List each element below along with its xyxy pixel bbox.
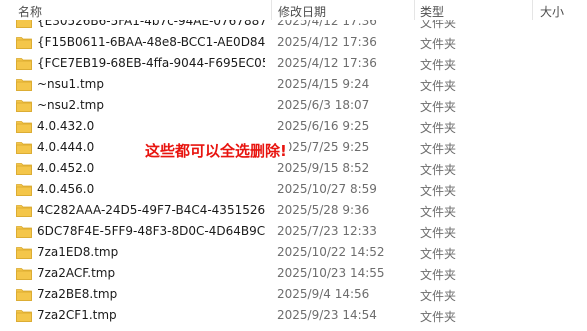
file-name: 7za2BE8.tmp [37, 287, 118, 301]
file-name: {FCE7EB19-68EB-4ffa-9044-F695EC05... [37, 56, 265, 70]
file-name: 4.0.456.0 [37, 182, 95, 196]
file-row[interactable]: 7za2CF1.tmp 2025/9/23 14:54 文件夹 [0, 305, 587, 326]
file-name: 7za2CF1.tmp [37, 308, 117, 322]
file-modified-date: 2025/9/23 14:54 [277, 308, 377, 322]
folder-icon [16, 79, 32, 91]
file-modified-date: 2025/6/16 9:25 [277, 119, 370, 133]
column-divider[interactable] [532, 0, 533, 20]
file-type: 文件夹 [420, 121, 457, 135]
file-modified-date: 2025/10/22 14:52 [277, 245, 385, 259]
folder-icon [16, 100, 32, 112]
folder-icon [16, 289, 32, 301]
column-divider[interactable] [271, 0, 272, 20]
file-name: 4.0.452.0 [37, 161, 95, 175]
folder-icon [16, 310, 32, 322]
file-modified-date: 2025/10/27 8:59 [277, 182, 377, 196]
folder-icon [16, 58, 32, 70]
folder-icon [16, 226, 32, 238]
file-modified-date: 2025/5/28 9:36 [277, 203, 370, 217]
file-type: 文件夹 [420, 289, 457, 303]
file-row[interactable]: 6DC78F4E-5FF9-48F3-8D0C-4D64B9C... 2025/7… [0, 221, 587, 242]
file-name: 6DC78F4E-5FF9-48F3-8D0C-4D64B9C... [37, 224, 265, 238]
file-row[interactable]: 4.0.456.0 2025/10/27 8:59 文件夹 [0, 179, 587, 200]
file-row[interactable]: ~nsu1.tmp 2025/4/15 9:24 文件夹 [0, 74, 587, 95]
annotation-text: 这些都可以全选删除! [143, 140, 289, 161]
column-divider[interactable] [414, 0, 415, 20]
file-name: {F15B0611-6BAA-48e8-BCC1-AE0D84... [37, 35, 265, 49]
file-type: 文件夹 [420, 37, 457, 51]
folder-icon [16, 121, 32, 133]
file-row[interactable]: 4.0.432.0 2025/6/16 9:25 文件夹 [0, 116, 587, 137]
file-row[interactable]: 7za1ED8.tmp 2025/10/22 14:52 文件夹 [0, 242, 587, 263]
file-type: 文件夹 [420, 100, 457, 114]
file-name: 7za1ED8.tmp [37, 245, 119, 259]
folder-icon [16, 37, 32, 49]
file-type: 文件夹 [420, 205, 457, 219]
column-header-size[interactable]: 大小 [540, 3, 564, 20]
folder-icon [16, 205, 32, 217]
file-list: {E30526B6-5FA1-4b7c-94AE-0767887... 2025/… [0, 11, 587, 326]
file-row[interactable]: {F15B0611-6BAA-48e8-BCC1-AE0D84... 2025/4… [0, 32, 587, 53]
file-type: 文件夹 [420, 247, 457, 261]
file-type: 文件夹 [420, 310, 457, 324]
file-row[interactable]: ~nsu2.tmp 2025/6/3 18:07 文件夹 [0, 95, 587, 116]
file-type: 文件夹 [420, 79, 457, 93]
file-name: 4.0.432.0 [37, 119, 95, 133]
file-modified-date: 2025/6/3 18:07 [277, 98, 370, 112]
file-modified-date: 2025/10/23 14:55 [277, 266, 385, 280]
column-header-bar: 名称 修改日期 类型 大小 [0, 0, 587, 20]
file-type: 文件夹 [420, 268, 457, 282]
file-name: ~nsu1.tmp [37, 77, 104, 91]
file-modified-date: 2025/7/23 12:33 [277, 224, 377, 238]
file-modified-date: 2025/9/15 8:52 [277, 161, 370, 175]
folder-icon [16, 163, 32, 175]
file-modified-date: 2025/9/4 14:56 [277, 287, 370, 301]
file-row[interactable]: 4.0.444.0 2025/7/25 9:25 文件夹 [0, 137, 587, 158]
file-name: ~nsu2.tmp [37, 98, 104, 112]
folder-icon [16, 142, 32, 154]
column-header-date[interactable]: 修改日期 [278, 3, 326, 20]
column-header-type[interactable]: 类型 [420, 3, 444, 20]
file-type: 文件夹 [420, 142, 457, 156]
file-modified-date: 2025/4/12 17:36 [277, 35, 377, 49]
folder-icon [16, 247, 32, 259]
file-name: 4C282AAA-24D5-49F7-B4C4-4351526... [37, 203, 265, 217]
folder-icon [16, 268, 32, 280]
file-name: 7za2ACF.tmp [37, 266, 116, 280]
file-row[interactable]: 4C282AAA-24D5-49F7-B4C4-4351526... 2025/5… [0, 200, 587, 221]
file-type: 文件夹 [420, 226, 457, 240]
folder-icon [16, 184, 32, 196]
file-type: 文件夹 [420, 184, 457, 198]
file-row[interactable]: 4.0.452.0 2025/9/15 8:52 文件夹 [0, 158, 587, 179]
file-row[interactable]: 7za2ACF.tmp 2025/10/23 14:55 文件夹 [0, 263, 587, 284]
file-modified-date: 2025/7/25 9:25 [277, 140, 370, 154]
file-type: 文件夹 [420, 58, 457, 72]
file-modified-date: 2025/4/15 9:24 [277, 77, 370, 91]
file-modified-date: 2025/4/12 17:36 [277, 56, 377, 70]
file-row[interactable]: 7za2BE8.tmp 2025/9/4 14:56 文件夹 [0, 284, 587, 305]
file-row[interactable]: {FCE7EB19-68EB-4ffa-9044-F695EC05... 2025… [0, 53, 587, 74]
file-type: 文件夹 [420, 163, 457, 177]
column-header-name[interactable]: 名称 [18, 3, 42, 20]
